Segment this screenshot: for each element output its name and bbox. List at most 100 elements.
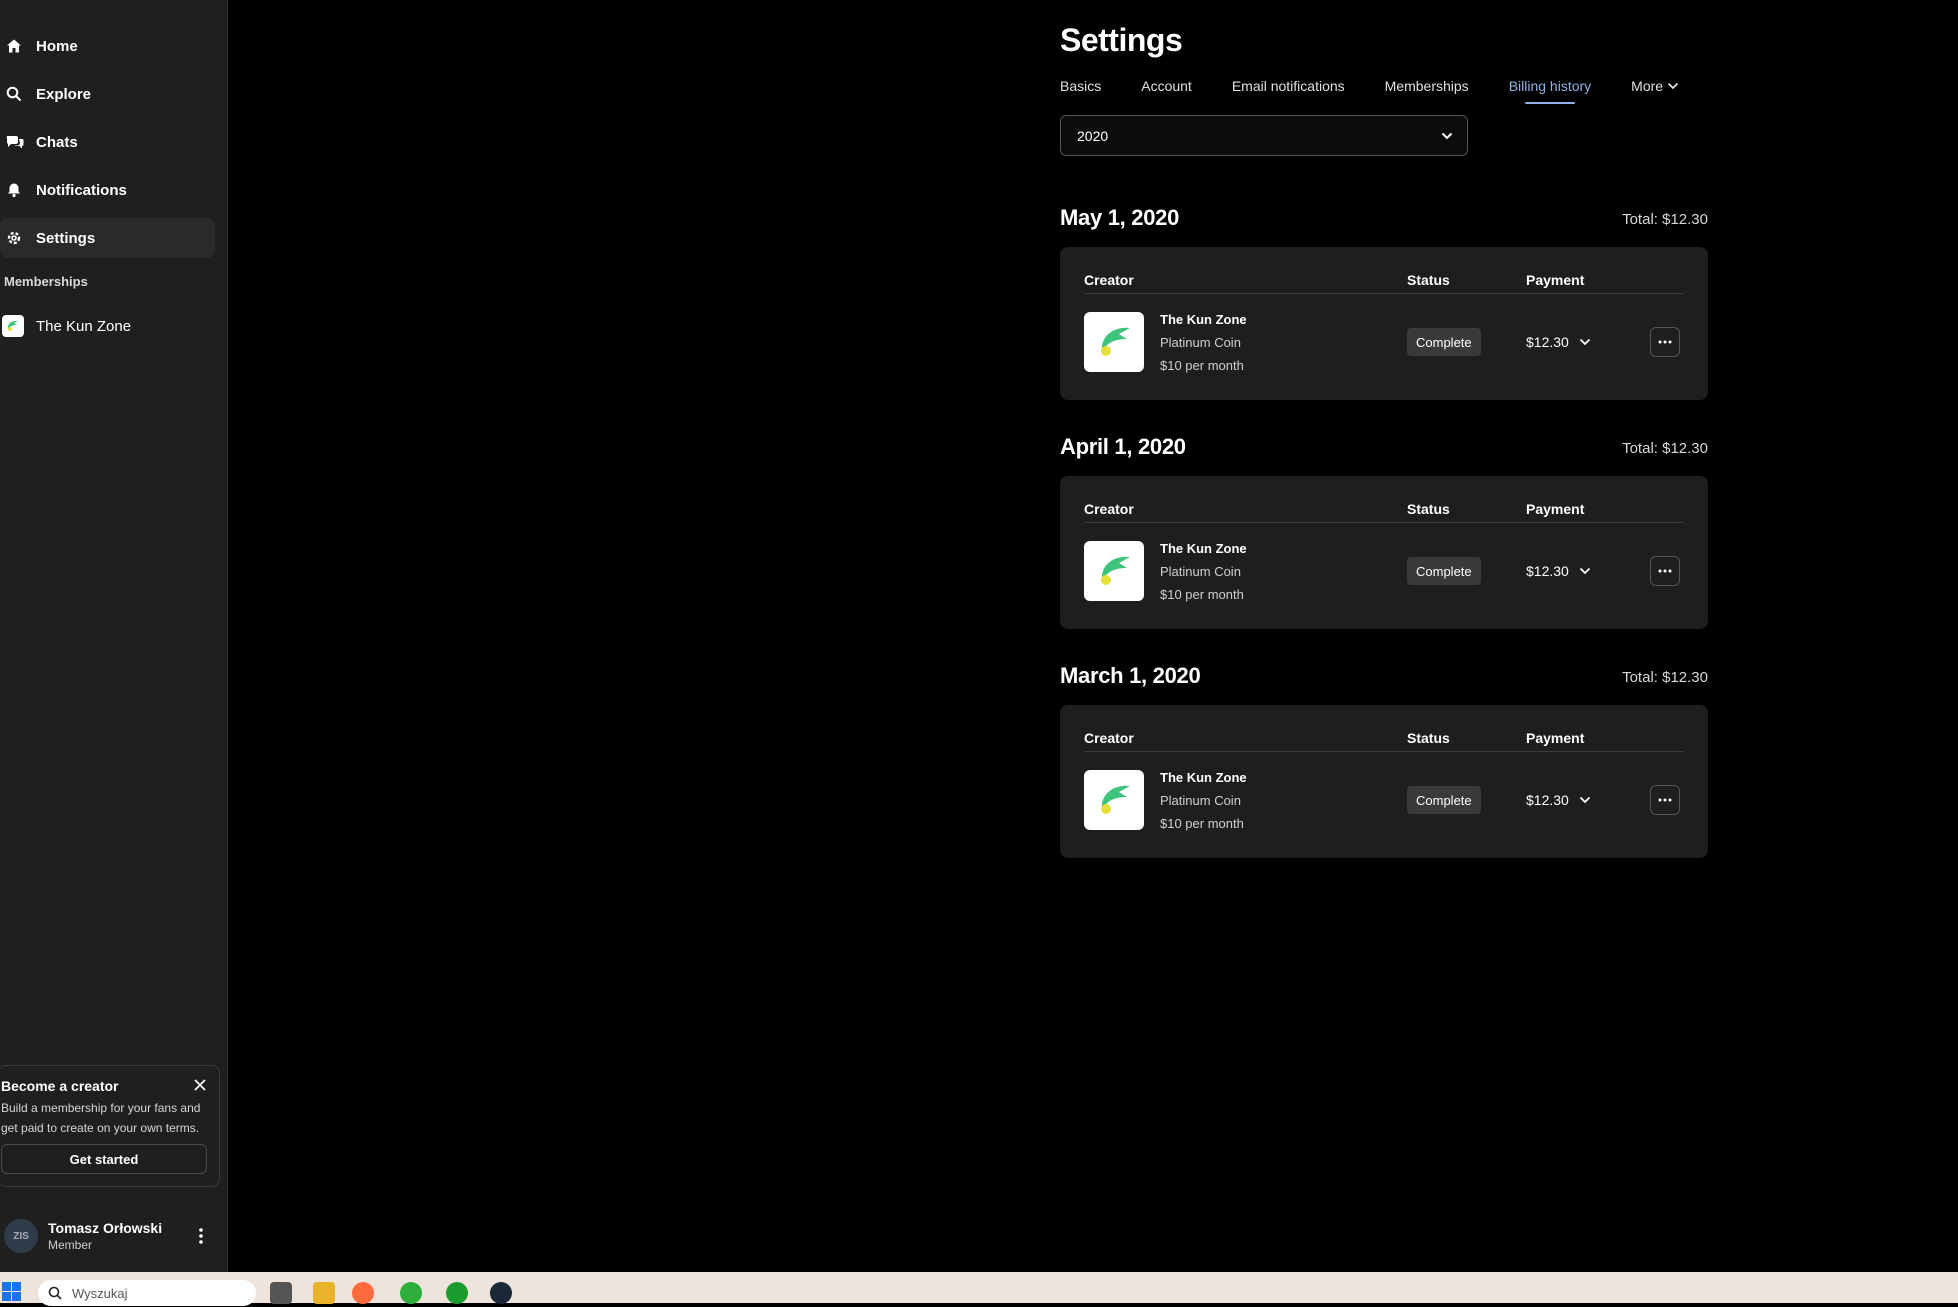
more-options-button[interactable] (1650, 785, 1680, 815)
tier-price: $10 per month (1160, 816, 1244, 831)
billing-card: Creator Status Payment The Kun Zone Plat… (1060, 247, 1708, 400)
payment-amount-toggle[interactable]: $12.30 (1526, 563, 1591, 579)
kebab-menu-icon[interactable] (198, 1226, 204, 1246)
chevron-down-icon (1441, 132, 1453, 139)
billing-card: Creator Status Payment The Kun Zone Plat… (1060, 476, 1708, 629)
billing-total: Total: $12.30 (1622, 669, 1708, 686)
more-horizontal-icon (1658, 798, 1672, 802)
become-creator-card: Become a creator Build a membership for … (0, 1065, 220, 1187)
creator-logo-icon (1084, 770, 1144, 830)
tab-billing-history[interactable]: Billing history (1509, 78, 1591, 104)
close-icon[interactable] (193, 1078, 207, 1092)
tab-email-notifications[interactable]: Email notifications (1232, 78, 1345, 104)
more-options-button[interactable] (1650, 556, 1680, 586)
sidebar-item-membership[interactable]: The Kun Zone (0, 314, 215, 338)
billing-total: Total: $12.30 (1622, 211, 1708, 228)
table-row: The Kun Zone Platinum Coin $10 per month… (1084, 770, 1684, 834)
chevron-down-icon (1667, 82, 1679, 90)
billing-date: April 1, 2020 (1060, 434, 1186, 459)
column-header-status: Status (1407, 730, 1450, 746)
taskbar: Wyszukaj (0, 1272, 1958, 1306)
tier-name: Platinum Coin (1160, 335, 1241, 350)
user-profile[interactable]: ZIS Tomasz Orłowski Member (0, 1214, 220, 1258)
creator-card-body: Build a membership for your fans and get… (1, 1101, 201, 1135)
sidebar-item-chats[interactable]: Chats (0, 122, 215, 162)
search-icon (4, 84, 32, 104)
more-horizontal-icon (1658, 340, 1672, 344)
search-icon (48, 1286, 62, 1300)
chevron-down-icon (1579, 796, 1590, 804)
tier-name: Platinum Coin (1160, 793, 1241, 808)
page-title: Settings (1060, 22, 1183, 58)
sidebar-item-settings[interactable]: Settings (0, 218, 215, 258)
table-header: Creator Status Payment (1084, 272, 1684, 294)
payment-amount-toggle[interactable]: $12.30 (1526, 792, 1591, 808)
gear-icon (4, 228, 32, 248)
billing-date: March 1, 2020 (1060, 663, 1201, 688)
sidebar-nav: Home Explore Chats Notifications Setting… (0, 26, 227, 266)
bell-icon (4, 180, 32, 200)
app-green-icon[interactable] (400, 1282, 422, 1304)
more-horizontal-icon (1658, 569, 1672, 573)
creator-card-title: Become a creator (1, 1078, 119, 1094)
chevron-down-icon (1579, 338, 1590, 346)
creator-name: The Kun Zone (1160, 770, 1247, 785)
tier-name: Platinum Coin (1160, 564, 1241, 579)
payment-amount: $12.30 (1526, 792, 1569, 808)
status-badge: Complete (1407, 328, 1481, 356)
creator-info: The Kun Zone Platinum Coin $10 per month (1160, 312, 1247, 373)
column-header-creator: Creator (1084, 730, 1134, 746)
tab-memberships[interactable]: Memberships (1385, 78, 1469, 104)
sidebar-item-explore[interactable]: Explore (0, 74, 215, 114)
user-name: Tomasz Orłowski (48, 1220, 163, 1236)
user-role: Member (48, 1238, 93, 1252)
sidebar-item-label: Home (36, 37, 78, 55)
status-badge: Complete (1407, 786, 1481, 814)
column-header-status: Status (1407, 272, 1450, 288)
sidebar-item-home[interactable]: Home (0, 26, 215, 66)
payment-amount: $12.30 (1526, 563, 1569, 579)
column-header-payment: Payment (1526, 272, 1585, 288)
creator-info: The Kun Zone Platinum Coin $10 per month (1160, 541, 1247, 602)
settings-tabs: Basics Account Email notifications Membe… (1060, 78, 1679, 104)
sidebar-item-label: Chats (36, 133, 78, 151)
creator-info: The Kun Zone Platinum Coin $10 per month (1160, 770, 1247, 831)
column-header-creator: Creator (1084, 272, 1134, 288)
table-row: The Kun Zone Platinum Coin $10 per month… (1084, 312, 1684, 376)
taskbar-search-input[interactable]: Wyszukaj (38, 1280, 256, 1306)
column-header-payment: Payment (1526, 501, 1585, 517)
sidebar-item-notifications[interactable]: Notifications (0, 170, 215, 210)
taskbar-search-placeholder: Wyszukaj (72, 1285, 128, 1301)
tab-more[interactable]: More (1631, 78, 1679, 104)
more-options-button[interactable] (1650, 327, 1680, 357)
task-view-icon[interactable] (270, 1282, 292, 1304)
sidebar: Home Explore Chats Notifications Setting… (0, 0, 228, 1272)
tab-basics[interactable]: Basics (1060, 78, 1101, 104)
windows-start-icon[interactable] (2, 1282, 22, 1302)
sidebar-item-label: Settings (36, 229, 96, 247)
memberships-section-title: Memberships (4, 274, 88, 289)
user-meta: Tomasz Orłowski Member (48, 1220, 162, 1252)
file-explorer-icon[interactable] (313, 1282, 335, 1304)
firefox-icon[interactable] (352, 1282, 374, 1304)
year-select-value: 2020 (1077, 127, 1109, 144)
membership-logo-icon (2, 315, 24, 337)
tab-more-label: More (1631, 78, 1664, 94)
billing-date: May 1, 2020 (1060, 205, 1180, 230)
status-badge: Complete (1407, 557, 1481, 585)
steam-icon[interactable] (490, 1282, 512, 1304)
creator-logo-icon (1084, 312, 1144, 372)
app-green-circle-icon[interactable] (446, 1282, 468, 1304)
sidebar-item-label: Notifications (36, 181, 127, 199)
tab-account[interactable]: Account (1141, 78, 1192, 104)
column-header-payment: Payment (1526, 730, 1585, 746)
tier-price: $10 per month (1160, 358, 1244, 373)
chevron-down-icon (1579, 567, 1590, 575)
year-select[interactable]: 2020 (1060, 115, 1468, 156)
payment-amount-toggle[interactable]: $12.30 (1526, 334, 1591, 350)
get-started-button[interactable]: Get started (1, 1144, 207, 1174)
home-icon (4, 36, 32, 56)
creator-logo-icon (1084, 541, 1144, 601)
billing-card: Creator Status Payment The Kun Zone Plat… (1060, 705, 1708, 858)
payment-amount: $12.30 (1526, 334, 1569, 350)
